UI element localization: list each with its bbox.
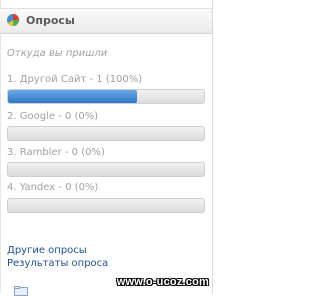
other-polls-link[interactable]: Другие опросы bbox=[7, 245, 87, 256]
answer-bar-4 bbox=[7, 198, 205, 213]
poll-results-link[interactable]: Результаты опроса bbox=[7, 258, 108, 269]
answer-label-2: 2. Google - 0 (0%) bbox=[7, 111, 99, 122]
poll-panel: Опросы Откуда вы пришли 1. Другой Сайт -… bbox=[0, 0, 213, 296]
watermark: www.o-ucoz.com bbox=[116, 276, 209, 288]
panel-border bbox=[0, 0, 1, 293]
poll-question: Откуда вы пришли bbox=[7, 48, 108, 59]
answer-label-1: 1. Другой Сайт - 1 (100%) bbox=[7, 74, 143, 85]
folder-icon bbox=[14, 286, 28, 296]
answer-bar-fill-1 bbox=[8, 90, 138, 103]
answer-bar-3 bbox=[7, 162, 205, 177]
answer-bar-1 bbox=[7, 89, 205, 104]
pie-chart-icon bbox=[7, 14, 19, 26]
poll-header: Опросы bbox=[0, 8, 212, 34]
answer-bar-2 bbox=[7, 126, 205, 141]
answer-label-4: 4. Yandex - 0 (0%) bbox=[7, 182, 99, 193]
poll-title: Опросы bbox=[26, 14, 75, 27]
answer-label-3: 3. Rambler - 0 (0%) bbox=[7, 147, 105, 158]
